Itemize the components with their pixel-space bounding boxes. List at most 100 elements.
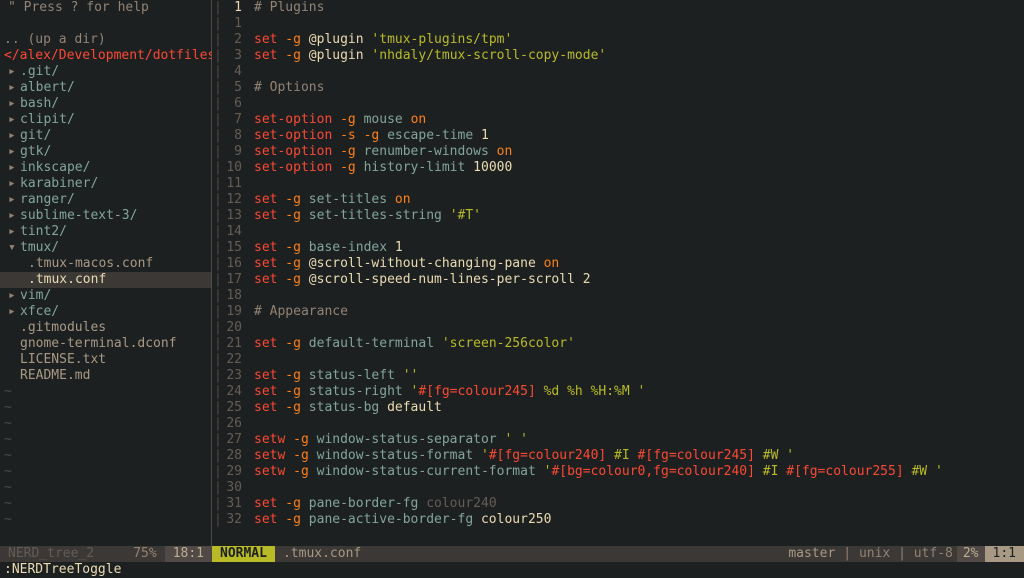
code-area[interactable]: # Plugins set -g @plugin 'tmux-plugins/tp… bbox=[254, 0, 1024, 528]
sidebar-path[interactable]: </alex/Development/dotfiles/ bbox=[0, 48, 211, 64]
tree-file[interactable]: .gitmodules bbox=[0, 320, 211, 336]
editor-pane[interactable]: ||||||||||||||||||||||||||||||||| 112345… bbox=[212, 0, 1024, 546]
command-line[interactable]: :NERDTreeToggle bbox=[0, 562, 1024, 578]
empty-line-tilde: ~ bbox=[0, 384, 211, 400]
code-line[interactable]: set -g @scroll-speed-num-lines-per-scrol… bbox=[254, 272, 1024, 288]
line-number: 18 bbox=[212, 288, 242, 304]
code-line[interactable]: set -g @scroll-without-changing-pane on bbox=[254, 256, 1024, 272]
line-number: 10 bbox=[212, 160, 242, 176]
statusbar-editor: NORMAL .tmux.conf master | unix | utf-8 … bbox=[212, 546, 1024, 562]
code-line[interactable]: set -g status-bg default bbox=[254, 400, 1024, 416]
line-number: 30 bbox=[212, 480, 242, 496]
line-number: 27 bbox=[212, 432, 242, 448]
chevron-right-icon: ▸ bbox=[8, 224, 20, 240]
tree-dir-label: xfce/ bbox=[20, 304, 59, 319]
line-number: 1 bbox=[212, 0, 242, 16]
tree-dir[interactable]: ▸karabiner/ bbox=[0, 176, 211, 192]
tree-cursor-pos: 18:1 bbox=[165, 546, 212, 562]
line-number: 14 bbox=[212, 224, 242, 240]
code-line[interactable]: setw -g window-status-separator ' ' bbox=[254, 432, 1024, 448]
code-line[interactable]: set -g set-titles-string '#T' bbox=[254, 208, 1024, 224]
code-line[interactable] bbox=[254, 64, 1024, 80]
code-line[interactable]: # Appearance bbox=[254, 304, 1024, 320]
chevron-right-icon: ▸ bbox=[8, 144, 20, 160]
tree-dir-label: gtk/ bbox=[20, 144, 51, 159]
code-line[interactable]: set -g status-left '' bbox=[254, 368, 1024, 384]
chevron-down-icon: ▾ bbox=[8, 240, 20, 256]
line-number: 29 bbox=[212, 464, 242, 480]
tree-dir[interactable]: ▸vim/ bbox=[0, 288, 211, 304]
sidebar-help: " Press ? for help bbox=[0, 0, 211, 16]
sidebar-updir[interactable]: .. (up a dir) bbox=[0, 32, 211, 48]
tree-dir[interactable]: ▸ranger/ bbox=[0, 192, 211, 208]
chevron-right-icon: ▸ bbox=[8, 96, 20, 112]
tree-file[interactable]: .tmux.conf bbox=[0, 272, 211, 288]
code-line[interactable]: set -g @plugin 'nhdaly/tmux-scroll-copy-… bbox=[254, 48, 1024, 64]
tree-file[interactable]: .tmux-macos.conf bbox=[0, 256, 211, 272]
chevron-right-icon: ▸ bbox=[8, 80, 20, 96]
line-number: 1 bbox=[212, 16, 242, 32]
current-filename: .tmux.conf bbox=[275, 546, 369, 562]
code-line[interactable]: set-option -s -g escape-time 1 bbox=[254, 128, 1024, 144]
line-number: 12 bbox=[212, 192, 242, 208]
tree-dir[interactable]: ▸git/ bbox=[0, 128, 211, 144]
code-line[interactable] bbox=[254, 16, 1024, 32]
code-line[interactable] bbox=[254, 480, 1024, 496]
tree-dir[interactable]: ▾tmux/ bbox=[0, 240, 211, 256]
code-line[interactable]: # Options bbox=[254, 80, 1024, 96]
tree-dir[interactable]: ▸.git/ bbox=[0, 64, 211, 80]
tree-dir-label: git/ bbox=[20, 128, 51, 143]
code-line[interactable]: setw -g window-status-format '#[fg=colou… bbox=[254, 448, 1024, 464]
tree-dir-label: .git/ bbox=[20, 64, 59, 79]
tree-dir[interactable]: ▸inkscape/ bbox=[0, 160, 211, 176]
tree-dir-label: vim/ bbox=[20, 288, 51, 303]
tree-file[interactable]: LICENSE.txt bbox=[0, 352, 211, 368]
tree-dir[interactable]: ▸clipit/ bbox=[0, 112, 211, 128]
cursor-pos: 1:1 bbox=[985, 546, 1024, 562]
tree-file[interactable]: gnome-terminal.dconf bbox=[0, 336, 211, 352]
code-line[interactable]: set -g @plugin 'tmux-plugins/tpm' bbox=[254, 32, 1024, 48]
code-line[interactable]: set -g status-right '#[fg=colour245] %d … bbox=[254, 384, 1024, 400]
code-line[interactable]: set-option -g mouse on bbox=[254, 112, 1024, 128]
tree-dir[interactable]: ▸xfce/ bbox=[0, 304, 211, 320]
code-line[interactable]: set-option -g history-limit 10000 bbox=[254, 160, 1024, 176]
code-line[interactable] bbox=[254, 96, 1024, 112]
line-number: 31 bbox=[212, 496, 242, 512]
code-line[interactable] bbox=[254, 176, 1024, 192]
code-line[interactable] bbox=[254, 224, 1024, 240]
code-line[interactable]: set -g base-index 1 bbox=[254, 240, 1024, 256]
line-number: 16 bbox=[212, 256, 242, 272]
tree-dir[interactable]: ▸bash/ bbox=[0, 96, 211, 112]
code-line[interactable]: set -g pane-active-border-fg colour250 bbox=[254, 512, 1024, 528]
line-number: 8 bbox=[212, 128, 242, 144]
code-line[interactable]: # Plugins bbox=[254, 0, 1024, 16]
empty-line-tilde: ~ bbox=[0, 448, 211, 464]
code-line[interactable] bbox=[254, 320, 1024, 336]
tree-dir[interactable]: ▸sublime-text-3/ bbox=[0, 208, 211, 224]
nerdtree-sidebar[interactable]: " Press ? for help .. (up a dir) </alex/… bbox=[0, 0, 212, 546]
tree-dir[interactable]: ▸gtk/ bbox=[0, 144, 211, 160]
empty-line-tilde: ~ bbox=[0, 480, 211, 496]
tree-file[interactable]: README.md bbox=[0, 368, 211, 384]
chevron-right-icon: ▸ bbox=[8, 304, 20, 320]
tree-dir[interactable]: ▸tint2/ bbox=[0, 224, 211, 240]
line-number: 5 bbox=[212, 80, 242, 96]
empty-line-tilde: ~ bbox=[0, 512, 211, 528]
code-line[interactable]: setw -g window-status-current-format '#[… bbox=[254, 464, 1024, 480]
line-number: 21 bbox=[212, 336, 242, 352]
file-format-info: | unix | utf-8 bbox=[839, 546, 957, 562]
tree-dir[interactable]: ▸albert/ bbox=[0, 80, 211, 96]
code-line[interactable] bbox=[254, 352, 1024, 368]
chevron-right-icon: ▸ bbox=[8, 192, 20, 208]
code-line[interactable]: set-option -g renumber-windows on bbox=[254, 144, 1024, 160]
code-line[interactable]: set -g set-titles on bbox=[254, 192, 1024, 208]
code-line[interactable] bbox=[254, 288, 1024, 304]
code-line[interactable]: set -g pane-border-fg colour240 bbox=[254, 496, 1024, 512]
code-line[interactable]: set -g default-terminal 'screen-256color… bbox=[254, 336, 1024, 352]
tree-dir-label: tint2/ bbox=[20, 224, 67, 239]
main-container: " Press ? for help .. (up a dir) </alex/… bbox=[0, 0, 1024, 546]
empty-line-tilde: ~ bbox=[0, 416, 211, 432]
line-number: 26 bbox=[212, 416, 242, 432]
code-line[interactable] bbox=[254, 416, 1024, 432]
line-number: 20 bbox=[212, 320, 242, 336]
